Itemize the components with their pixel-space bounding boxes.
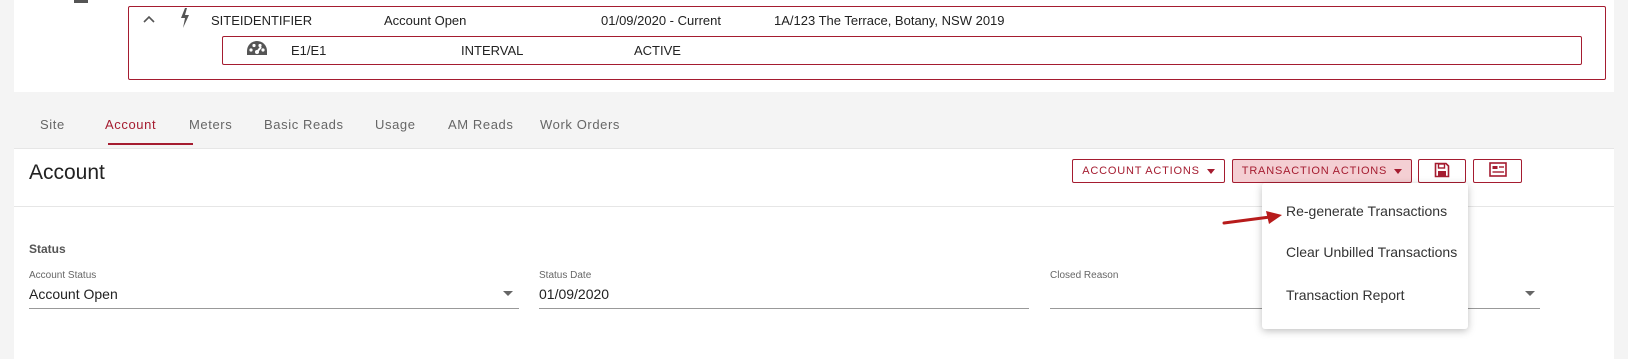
transaction-actions-label: TRANSACTION ACTIONS	[1241, 165, 1388, 177]
caret-down-icon	[1206, 168, 1215, 174]
account-actions-label: ACCOUNT ACTIONS	[1082, 165, 1200, 177]
gauge-icon	[246, 39, 268, 64]
transaction-actions-menu: Re-generate Transactions Clear Unbilled …	[1262, 183, 1468, 329]
meter-id: E1/E1	[291, 43, 327, 58]
save-button[interactable]	[1418, 159, 1466, 183]
caret-down-icon	[1394, 168, 1403, 174]
status-date-label: Status Date	[539, 270, 592, 281]
transaction-actions-button[interactable]: TRANSACTION ACTIONS	[1232, 159, 1412, 183]
form-view-button[interactable]	[1473, 159, 1522, 183]
meter-row[interactable]: E1/E1 INTERVAL ACTIVE	[222, 36, 1582, 65]
site-period: 01/09/2020 - Current	[601, 13, 721, 28]
meter-state: ACTIVE	[634, 43, 681, 58]
tab-account[interactable]: Account	[105, 117, 156, 132]
closed-reason-label: Closed Reason	[1050, 270, 1119, 281]
chevron-up-icon[interactable]	[143, 11, 155, 29]
site-card: SITEIDENTIFIER Account Open 01/09/2020 -…	[14, 0, 1614, 92]
site-account-status: Account Open	[384, 13, 467, 28]
site-row[interactable]: SITEIDENTIFIER Account Open 01/09/2020 -…	[128, 6, 1606, 80]
page-title: Account	[29, 161, 105, 184]
tab-basic-reads[interactable]: Basic Reads	[264, 117, 344, 132]
chevron-down-icon[interactable]	[1525, 291, 1535, 296]
menu-item-clear-unbilled-transactions[interactable]: Clear Unbilled Transactions	[1286, 244, 1457, 260]
tab-work-orders[interactable]: Work Orders	[540, 117, 620, 132]
meter-type: INTERVAL	[461, 43, 524, 58]
active-tab-indicator	[108, 143, 193, 145]
tab-am-reads[interactable]: AM Reads	[448, 117, 514, 132]
account-status-underline	[29, 308, 519, 309]
account-actions-button[interactable]: ACCOUNT ACTIONS	[1072, 159, 1225, 183]
tab-site[interactable]: Site	[40, 117, 65, 132]
account-status-select[interactable]: Account Open	[29, 286, 118, 302]
tab-meters[interactable]: Meters	[189, 117, 232, 132]
status-date-field[interactable]: 01/09/2020	[539, 286, 609, 302]
save-icon	[1434, 162, 1450, 181]
site-identifier: SITEIDENTIFIER	[211, 13, 313, 28]
status-section-heading: Status	[29, 242, 66, 256]
chevron-down-icon[interactable]	[503, 291, 513, 296]
site-address: 1A/123 The Terrace, Botany, NSW 2019	[774, 13, 1005, 28]
account-status-label: Account Status	[29, 270, 97, 281]
menu-item-regenerate-transactions[interactable]: Re-generate Transactions	[1286, 203, 1447, 219]
tab-bar: Site Account Meters Basic Reads Usage AM…	[14, 107, 1614, 147]
collapse-handle-icon[interactable]	[74, 0, 88, 3]
menu-item-transaction-report[interactable]: Transaction Report	[1286, 287, 1405, 303]
tab-usage[interactable]: Usage	[375, 117, 416, 132]
arrow-icon	[1222, 209, 1284, 232]
lightning-icon	[179, 8, 191, 33]
status-date-underline	[539, 308, 1029, 309]
form-icon	[1488, 162, 1507, 180]
